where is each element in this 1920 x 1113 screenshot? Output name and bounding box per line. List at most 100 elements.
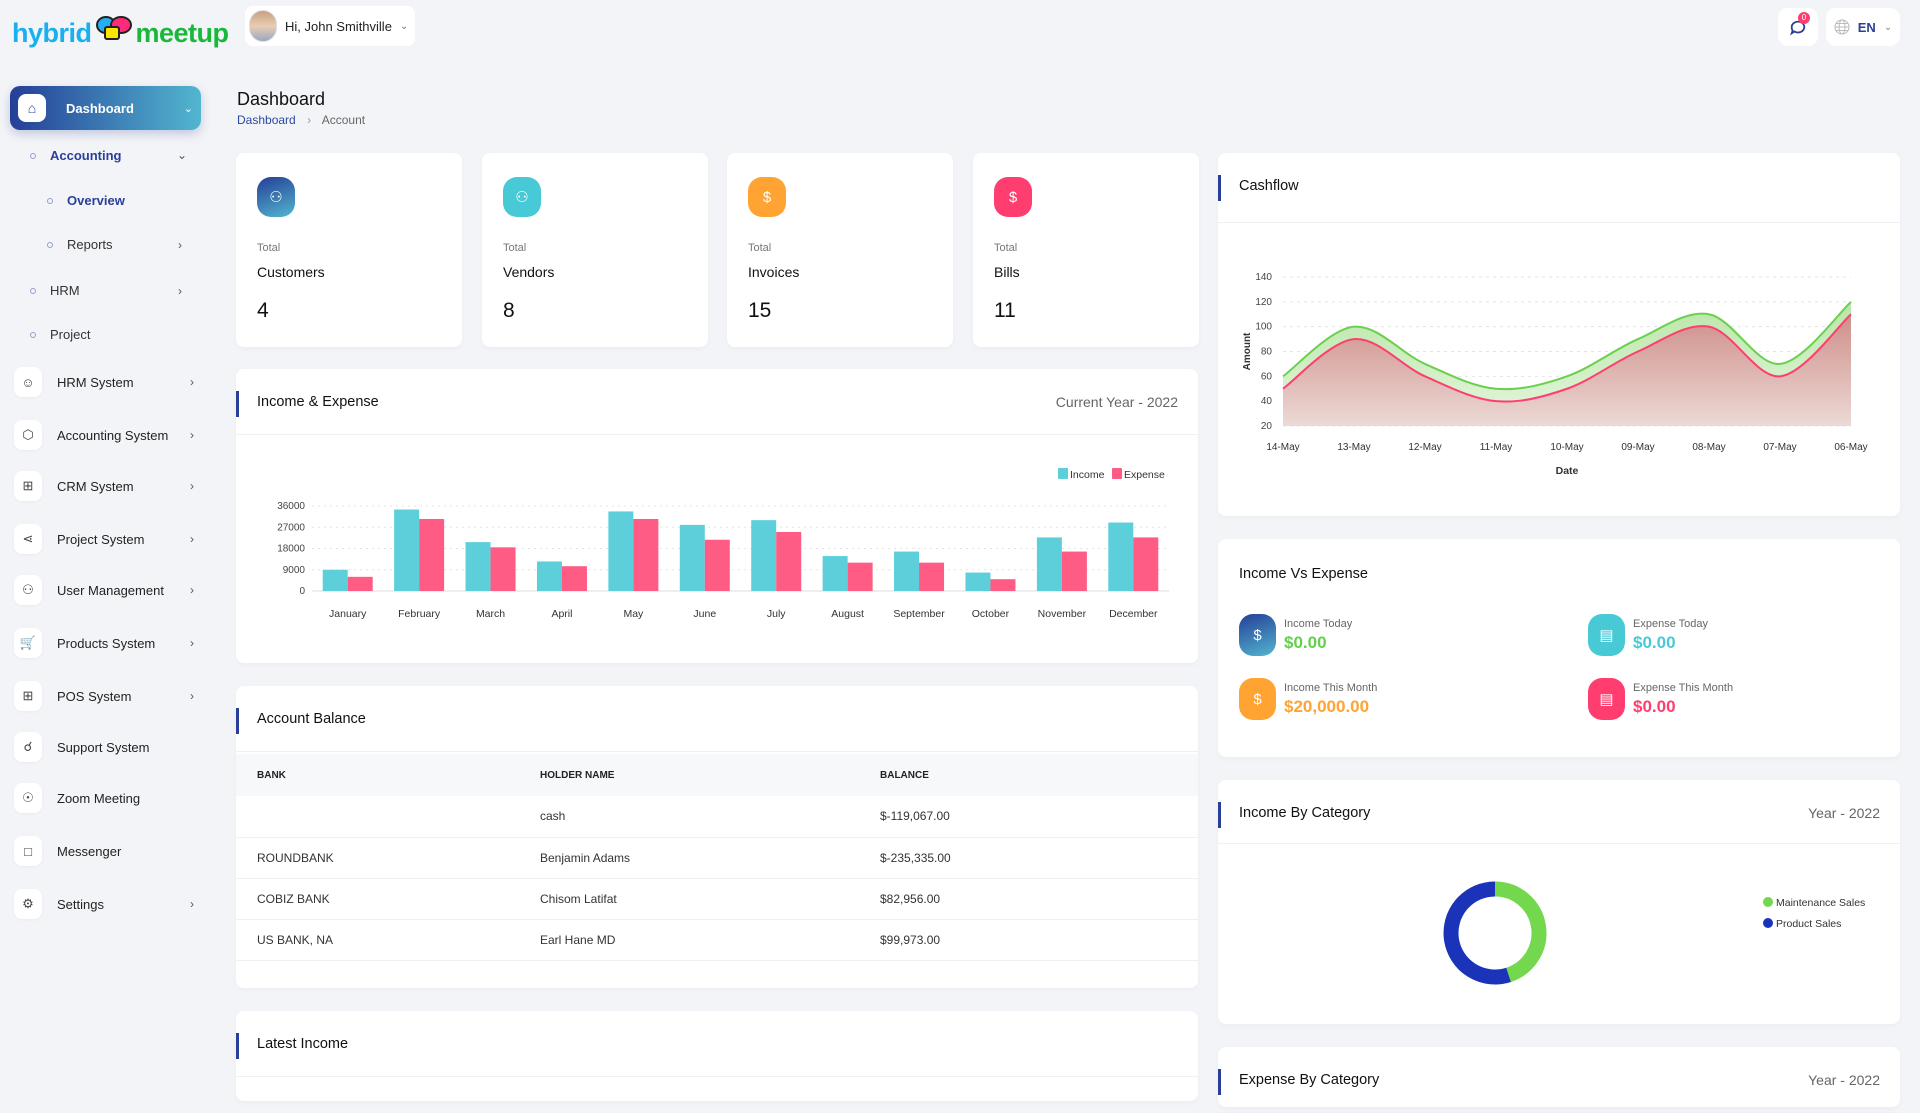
- bar-income: [536, 561, 562, 591]
- legend-swatch-income: [1058, 468, 1068, 479]
- chevron-right-icon: ›: [190, 479, 194, 493]
- y-tick-label: 120: [1255, 297, 1272, 308]
- gear-icon: ⚙: [14, 889, 42, 919]
- sidebar-sub-project[interactable]: Project: [30, 327, 90, 342]
- donut-slice: [1443, 881, 1511, 985]
- sidebar-item-hrm-system[interactable]: ☺ HRM System ›: [14, 366, 194, 398]
- sidebar-sub-overview[interactable]: Overview: [47, 193, 125, 208]
- x-tick-label: May: [623, 608, 644, 620]
- layers-plus-icon: ⊞: [14, 471, 42, 501]
- user-icon: ☺: [14, 367, 42, 397]
- sidebar-item-zoom-meeting[interactable]: ☉ Zoom Meeting: [14, 782, 194, 814]
- bar-income: [1108, 522, 1134, 591]
- x-tick-label: November: [1038, 608, 1087, 620]
- column-header-balance: BALANCE: [880, 754, 1198, 796]
- column-header-bank: BANK: [236, 754, 540, 796]
- breadcrumb-link-dashboard[interactable]: Dashboard: [237, 113, 296, 127]
- table-row: COBIZ BANK Chisom Latifat $82,956.00: [236, 878, 1198, 920]
- bar-income: [394, 509, 420, 591]
- donut-slice: [1494, 881, 1547, 982]
- y-tick-label: 60: [1261, 371, 1273, 382]
- x-tick-label: 11-May: [1480, 442, 1513, 453]
- y-tick-label: 20: [1261, 421, 1273, 432]
- bar-income: [1036, 537, 1062, 591]
- card-title: Latest Income: [257, 1036, 349, 1052]
- chevron-right-icon: ›: [190, 532, 194, 546]
- summary-expense-this-month: ▤ Expense This Month $0.00: [1588, 678, 1733, 720]
- x-tick-label: June: [693, 608, 716, 620]
- account-balance-card: Account Balance BANK HOLDER NAME BALANCE…: [236, 686, 1198, 988]
- layers-plus-icon: ⊞: [14, 681, 42, 711]
- y-tick-label: 18000: [277, 544, 305, 555]
- stat-card-customers[interactable]: ⚇ Total Customers 4: [236, 153, 462, 347]
- bar-income: [894, 551, 920, 591]
- bullet-icon: [30, 287, 36, 294]
- breadcrumb: Dashboard › Account: [237, 113, 365, 127]
- bar-expense: [1061, 551, 1087, 591]
- sidebar-sub-reports[interactable]: Reports: [47, 237, 113, 252]
- cart-icon: 🛒: [14, 628, 42, 658]
- summary-income-today: $ Income Today $0.00: [1239, 614, 1352, 656]
- x-tick-label: December: [1109, 608, 1158, 620]
- cashflow-area-chart: 20 40 60 80 100 120 140 14-May 13-May 12-May 11-Ma…: [1242, 272, 1868, 477]
- bar-expense: [919, 562, 945, 591]
- income-expense-bar-chart: 0 9000 18000 27000 36000 January February March…: [277, 468, 1169, 620]
- user-video-icon: ☉: [14, 783, 42, 813]
- bar-income: [679, 524, 705, 591]
- sidebar-item-user-management[interactable]: ⚇ User Management ›: [14, 574, 194, 606]
- sidebar-item-crm-system[interactable]: ⊞ CRM System ›: [14, 470, 194, 502]
- x-tick-label: October: [972, 608, 1010, 620]
- cashflow-card: Cashflow 20 40 60 80 100 120 140 14-May 13-May 12…: [1218, 153, 1900, 516]
- document-icon: ▤: [1588, 614, 1625, 656]
- y-tick-label: 100: [1255, 322, 1272, 333]
- bar-expense: [490, 547, 516, 591]
- legend-label-expense: Expense: [1124, 469, 1165, 481]
- sidebar-sub-accounting[interactable]: Accounting: [30, 148, 122, 163]
- chevron-right-icon: ›: [190, 428, 194, 442]
- y-tick-label: 9000: [283, 565, 306, 576]
- chevron-right-icon: ›: [190, 583, 194, 597]
- x-tick-label: 12-May: [1408, 442, 1441, 453]
- clipboard-dollar-icon: $: [1239, 614, 1276, 656]
- x-tick-label: 08-May: [1692, 442, 1725, 453]
- globe-icon: [1834, 19, 1850, 35]
- sidebar-item-products-system[interactable]: 🛒 Products System ›: [14, 627, 194, 659]
- clipboard-dollar-icon: $: [994, 177, 1032, 217]
- bar-income: [322, 569, 348, 591]
- users-icon: ⚇: [503, 177, 541, 217]
- sidebar-item-settings[interactable]: ⚙ Settings ›: [14, 888, 194, 920]
- clipboard-dollar-icon: $: [748, 177, 786, 217]
- sidebar-item-project-system[interactable]: ⋖ Project System ›: [14, 523, 194, 555]
- language-selector[interactable]: EN ⌄: [1826, 8, 1900, 46]
- expense-by-category-card: Expense By Category Year - 2022: [1218, 1047, 1900, 1113]
- stat-card-bills[interactable]: $ Total Bills 11: [973, 153, 1199, 347]
- sidebar-item-accounting-system[interactable]: ⬡ Accounting System ›: [14, 419, 194, 451]
- sidebar-sub-hrm[interactable]: HRM: [30, 283, 80, 298]
- stat-card-invoices[interactable]: $ Total Invoices 15: [727, 153, 953, 347]
- stat-value: 8: [503, 299, 515, 322]
- chevron-right-icon: ›: [178, 284, 182, 298]
- chevron-right-icon: ›: [190, 689, 194, 703]
- sidebar-item-support-system[interactable]: ☌ Support System: [14, 731, 194, 763]
- users-icon: ⚇: [257, 177, 295, 217]
- chevron-down-icon: ⌄: [1883, 21, 1893, 33]
- income-vs-expense-card: Income Vs Expense $ Income Today $0.00 ▤…: [1218, 539, 1900, 757]
- sidebar-item-pos-system[interactable]: ⊞ POS System ›: [14, 680, 194, 712]
- bar-expense: [347, 576, 373, 591]
- summary-expense-today: ▤ Expense Today $0.00: [1588, 614, 1708, 656]
- stat-card-vendors[interactable]: ⚇ Total Vendors 8: [482, 153, 708, 347]
- notifications-button[interactable]: 0: [1778, 8, 1818, 46]
- bar-expense: [561, 566, 587, 591]
- chevron-down-icon: ⌄: [399, 20, 409, 32]
- y-axis-title: Amount: [1242, 332, 1253, 370]
- user-menu[interactable]: Hi, John Smithville ⌄: [245, 6, 415, 46]
- chevron-right-icon: ›: [307, 113, 312, 127]
- sidebar-item-messenger[interactable]: □ Messenger: [14, 835, 194, 867]
- sidebar-item-dashboard[interactable]: ⌂ Dashboard ⌄: [10, 86, 201, 130]
- bar-income: [965, 572, 991, 591]
- stat-value: 4: [257, 299, 269, 322]
- stat-value: 15: [748, 299, 772, 322]
- card-title: Account Balance: [257, 711, 366, 727]
- chevron-right-icon: ›: [190, 375, 194, 389]
- logo[interactable]: hybrid meetup: [12, 16, 229, 49]
